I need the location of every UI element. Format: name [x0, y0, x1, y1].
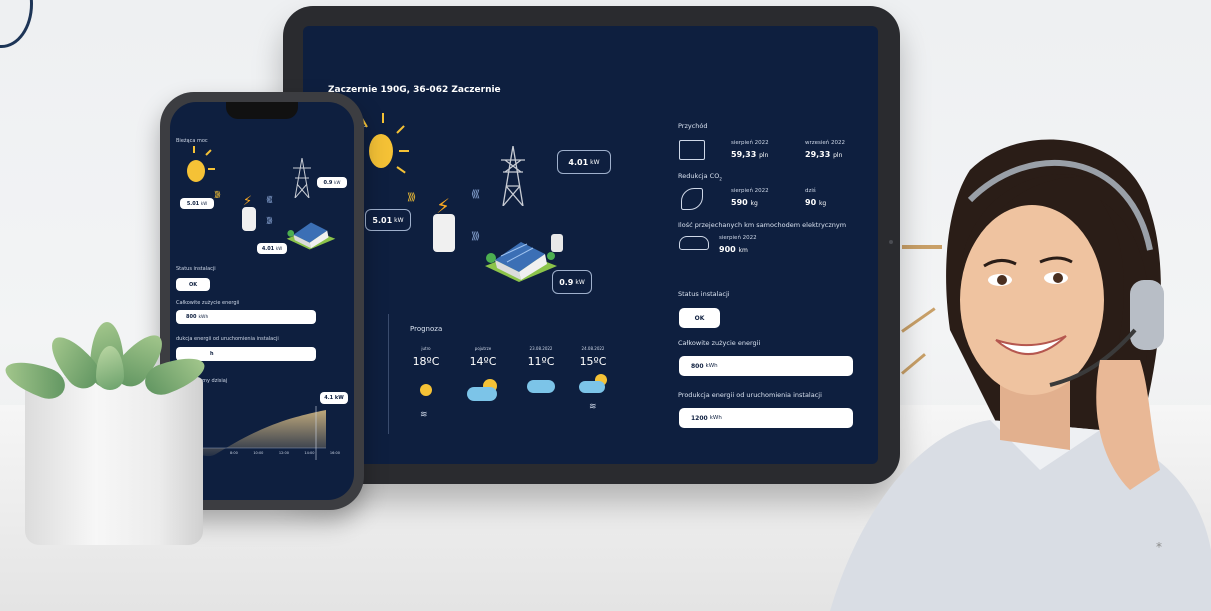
co2-value: 590 kg [731, 198, 758, 207]
asterisk-mark: * [1156, 540, 1162, 554]
sun-ray [208, 168, 215, 170]
sun-ray [396, 125, 405, 134]
sun-icon [187, 160, 205, 182]
cloud-shape [579, 381, 605, 393]
forecast-temp: 15ºC [579, 355, 607, 368]
forecast-temp: 14ºC [469, 355, 497, 368]
co2-label: sierpień 2022 [731, 188, 769, 194]
wallet-icon [679, 140, 705, 160]
co2-title: Redukcja CO2 [678, 172, 722, 182]
flow-arrows-icon: ⟫⟫ [214, 190, 221, 199]
forecast-day-label: pojutrze [474, 346, 492, 351]
cloud-icon [527, 380, 555, 393]
tick-label: 16:00 [329, 451, 340, 455]
forecast-day: jutro 18ºC [406, 346, 446, 368]
plant-pot [25, 377, 203, 545]
revenue-value: 59,33 pln [731, 150, 769, 159]
support-agent-photo [830, 139, 1211, 611]
flow-arrows-icon: ⟪⟪ [266, 195, 273, 204]
ev-label: sierpień 2022 [719, 235, 757, 241]
sun-ray [396, 166, 406, 174]
home-power-pill: 0.9 kW [552, 270, 592, 294]
forecast-day: 23.08.2022 11ºC [521, 346, 561, 368]
house-icon [286, 222, 336, 250]
tick-label: 10:00 [253, 451, 264, 455]
tick-label: 14:00 [304, 451, 315, 455]
leaf-icon [681, 188, 703, 210]
installation-address: Zaczernie 190G, 36-062 Zaczernie [328, 85, 501, 95]
tablet-screen: Zaczernie 190G, 36-062 Zaczernie oc 5.01… [303, 26, 878, 464]
power-pylon-icon [293, 158, 311, 198]
total-consumption-title: Całkowite zużycie energii [678, 339, 761, 347]
cloud-shape [467, 387, 497, 401]
forecast-day-label: 23.08.2022 [529, 346, 553, 351]
sun-ray [399, 150, 409, 152]
sun-icon [369, 134, 393, 168]
current-power-label: Bieżąca moc [176, 138, 208, 144]
balance-x-ticks: 8:00 10:00 12:00 14:00 16:00 [230, 451, 340, 455]
inverter-icon [433, 214, 455, 252]
panel-power-pill: 5.01 kW [180, 198, 214, 209]
forecast-day: pojutrze 14ºC [463, 346, 503, 368]
phone-notch [226, 102, 298, 119]
revenue-title: Przychód [678, 122, 708, 130]
ev-value: 900 km [719, 245, 748, 254]
sun-icon [420, 384, 432, 396]
flow-arrows-icon: ⟫⟫ [407, 192, 416, 203]
status-badge[interactable]: OK [679, 308, 720, 328]
home-power-pill: 4.01 kW [257, 243, 287, 254]
forecast-temp: 11ºC [527, 355, 555, 368]
forecast-day-label: 24.08.2022 [581, 346, 605, 351]
forecast-day-label: jutro [421, 346, 431, 351]
sun-ray [193, 146, 195, 153]
forecast-title: Prognoza [410, 325, 443, 333]
tick-label: 12:00 [278, 451, 289, 455]
lightning-icon: ⚡ [436, 194, 451, 218]
power-pylon-icon [501, 146, 525, 206]
tick-label: 8:00 [230, 451, 238, 455]
inverter-icon [242, 207, 256, 231]
wind-icon: ≋ [420, 410, 428, 420]
status-badge[interactable]: OK [176, 278, 210, 291]
plug-icon [551, 234, 563, 252]
logo-mark [0, 0, 33, 48]
total-consumption-field: 800 kWh [176, 310, 316, 324]
grid-power-pill: 4.01 kW [557, 150, 611, 174]
forecast-temp: 18ºC [412, 355, 440, 368]
sun-ray [382, 113, 384, 123]
total-consumption-title: Całkowite zużycie energii [176, 300, 240, 306]
forecast-day: 24.08.2022 15ºC [573, 346, 613, 368]
panel-power-pill: 5.01 kW [365, 209, 411, 231]
revenue-label: sierpień 2022 [731, 140, 769, 146]
wind-icon: ≋ [589, 402, 597, 412]
divider [388, 314, 389, 434]
car-icon [679, 236, 709, 250]
house-icon [485, 242, 557, 282]
status-title: Status instalacji [678, 290, 730, 298]
production-title: dukcja energii od uruchomienia instalacj… [176, 336, 279, 342]
flow-arrows-icon: ⟪⟪ [471, 189, 480, 200]
flow-arrows-icon: ⟫⟫ [266, 216, 273, 225]
lightning-icon: ⚡ [243, 194, 253, 209]
sun-ray [205, 149, 212, 156]
flow-arrows-icon: ⟫⟫ [471, 231, 480, 242]
status-title: Status instalacji [176, 266, 216, 272]
grid-power-pill: 0.9 kW [317, 177, 347, 188]
